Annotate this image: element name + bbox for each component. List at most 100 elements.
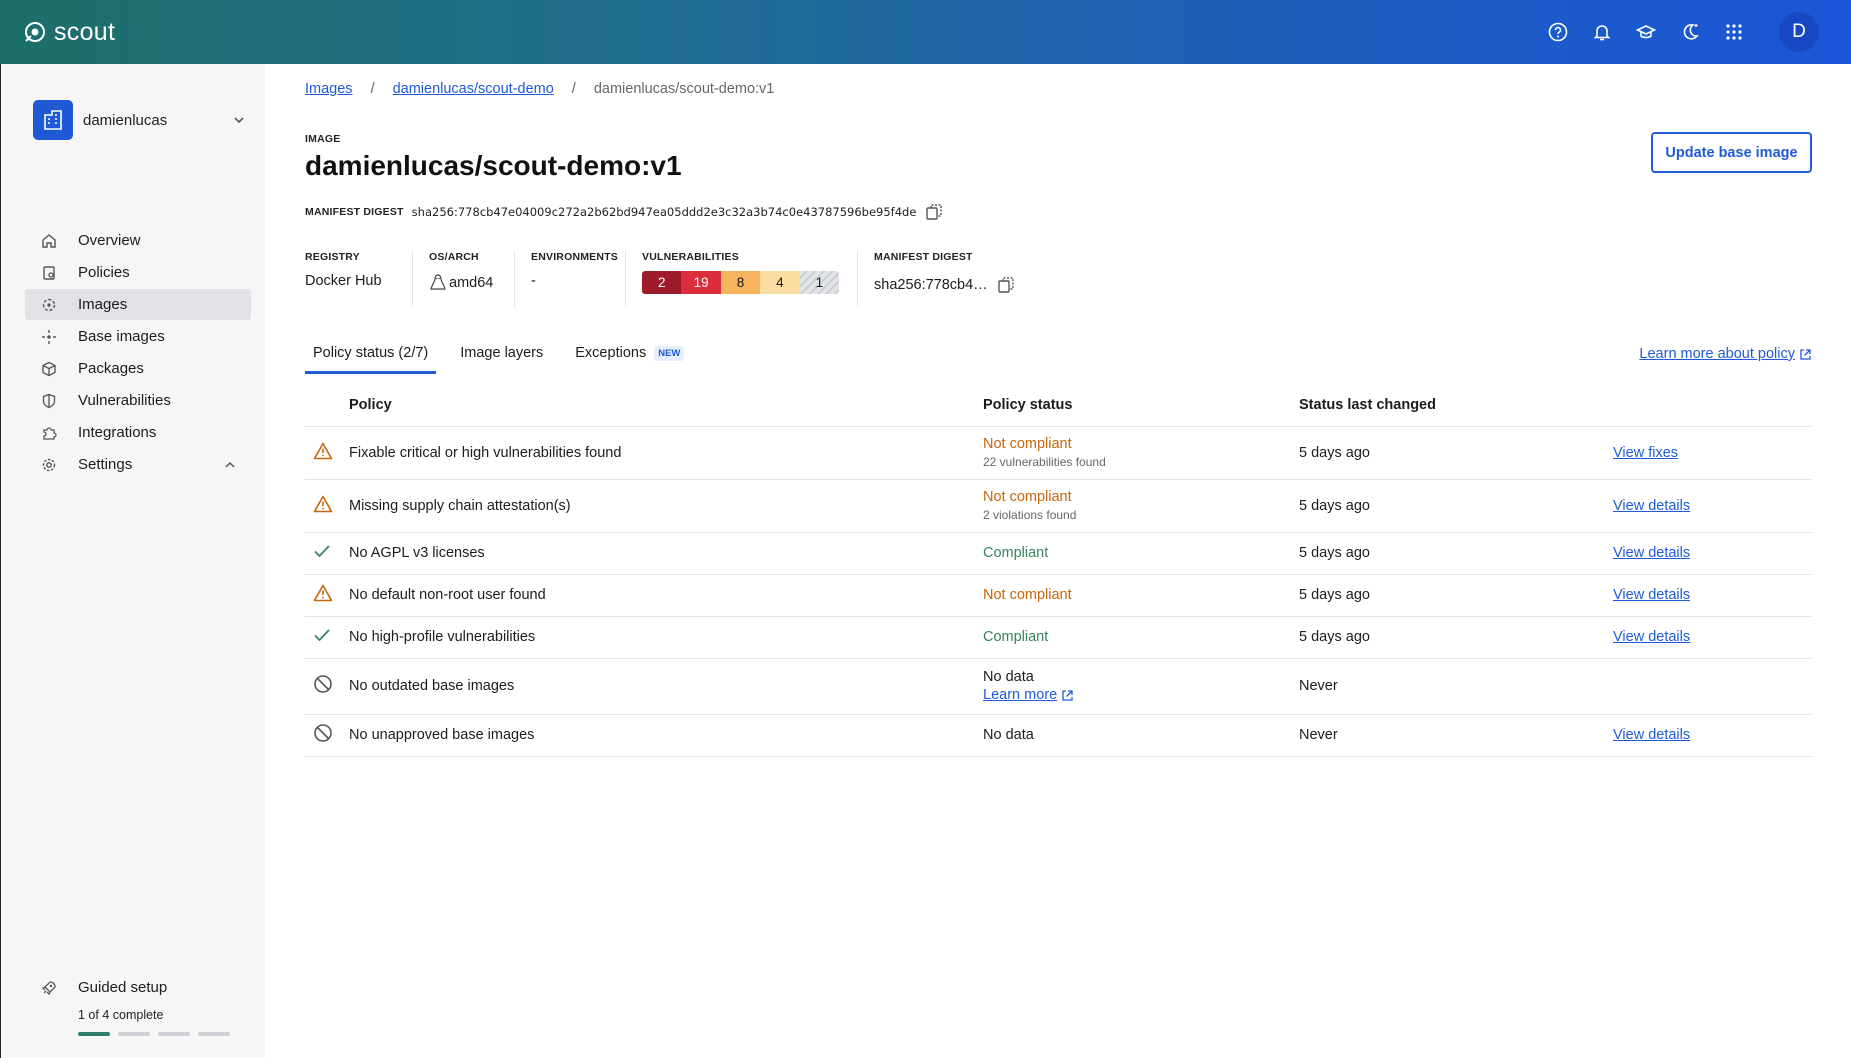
sidebar-item-settings[interactable]: Settings [25,449,251,480]
sidebar-item-vulnerabilities[interactable]: Vulnerabilities [25,385,251,416]
environments-value: - [531,273,536,289]
table-row: No outdated base images No data Learn mo… [305,658,1812,715]
manifest-digest-value: sha256:778cb47e04009c272a2b62bd947ea05dd… [411,205,917,219]
home-icon [41,233,57,249]
status-last-changed: 5 days ago [1299,616,1613,659]
tab-policy-status[interactable]: Policy status (2/7) [305,332,437,374]
status-last-changed: Never [1299,714,1613,757]
manifest-digest-short: sha256:778cb4… [874,277,988,293]
bell-icon[interactable] [1591,21,1613,43]
unspecified-count: 1 [799,271,839,294]
status-last-changed: 5 days ago [1299,532,1613,575]
vulnerability-bar[interactable]: 2 19 8 4 1 [642,271,839,294]
environments-col: ENVIRONMENTS - [531,251,626,307]
breadcrumb: Images / damienlucas/scout-demo / damien… [305,81,775,97]
policy-status-detail: 2 violations found [983,508,1077,522]
tab-exceptions[interactable]: Exceptions NEW [567,332,692,374]
org-switcher[interactable]: damienlucas [33,100,247,140]
sidebar-item-overview[interactable]: Overview [25,225,251,256]
view-details-link[interactable]: View details [1613,629,1690,645]
progress-segment [198,1032,230,1036]
manifest-digest-label: MANIFEST DIGEST [305,206,404,218]
package-icon [41,361,57,377]
image-metadata: REGISTRY Docker Hub OS/ARCH amd64 ENVIRO… [305,251,1050,307]
gear-icon [41,457,57,473]
sidebar-item-label: Integrations [78,424,157,441]
theme-icon[interactable] [1679,21,1701,43]
copy-icon[interactable] [924,202,944,222]
breadcrumb-repo[interactable]: damienlucas/scout-demo [393,81,554,97]
sidebar-item-integrations[interactable]: Integrations [25,417,251,448]
chevron-up-icon [225,461,235,468]
warning-icon [313,495,333,512]
progress-segment [158,1032,190,1036]
no-data-icon [314,724,332,742]
view-details-link[interactable]: View details [1613,587,1690,603]
brand[interactable]: scout [24,18,115,47]
table-row: No unapproved base images No data Never … [305,714,1812,757]
external-link-icon [1800,348,1811,360]
sidebar-item-images[interactable]: Images [25,289,251,320]
table-row: No default non-root user found Not compl… [305,574,1812,617]
sidebar-item-label: Policies [78,264,130,281]
sidebar-item-label: Vulnerabilities [78,392,171,409]
low-count: 4 [760,271,800,294]
header-status-last-changed: Status last changed [1299,384,1613,427]
policy-status-detail: 22 vulnerabilities found [983,455,1106,469]
guided-setup-title: Guided setup [78,979,168,996]
view-fixes-link[interactable]: View fixes [1613,445,1678,461]
help-icon[interactable] [1547,21,1569,43]
policy-icon [41,265,57,281]
apps-grid-icon[interactable] [1723,21,1745,43]
sidebar-item-label: Settings [78,456,133,473]
org-name: damienlucas [83,111,168,129]
policy-name: No unapproved base images [349,714,983,757]
view-details-link[interactable]: View details [1613,727,1690,743]
warning-icon [313,584,333,602]
learn-more-link[interactable]: Learn more [983,687,1074,703]
policy-status: Not compliant [983,587,1072,603]
base-images-icon [41,329,57,345]
images-icon [41,297,57,313]
linux-icon [430,274,446,290]
policy-status: Compliant [983,629,1049,645]
status-last-changed: 5 days ago [1299,426,1613,480]
high-count: 19 [681,271,721,294]
sidebar-item-packages[interactable]: Packages [25,353,251,384]
policy-name: No high-profile vulnerabilities [349,616,983,659]
guided-setup[interactable]: Guided setup 1 of 4 complete [41,979,241,1036]
view-details-link[interactable]: View details [1613,498,1690,514]
update-base-image-button[interactable]: Update base image [1651,132,1812,173]
guided-setup-progress-text: 1 of 4 complete [78,1008,164,1022]
registry-value: Docker Hub [305,273,382,289]
policy-table: Policy Policy status Status last changed… [305,384,1812,757]
learn-icon[interactable] [1635,21,1657,43]
view-details-link[interactable]: View details [1613,545,1690,561]
tabs: Policy status (2/7) Image layers Excepti… [305,332,1812,374]
table-row: Fixable critical or high vulnerabilities… [305,426,1812,480]
scout-logo-icon [25,22,45,42]
policy-name: No default non-root user found [349,574,983,617]
tab-image-layers[interactable]: Image layers [452,332,551,374]
external-link-icon [1062,689,1073,701]
policy-status: Not compliant [983,489,1072,505]
policy-status: Compliant [983,545,1049,561]
sidebar-item-policies[interactable]: Policies [25,257,251,288]
policy-name: No outdated base images [349,658,983,715]
policy-status: No data [983,669,1034,685]
status-last-changed: 5 days ago [1299,574,1613,617]
user-avatar[interactable]: D [1779,12,1819,52]
learn-more-policy-link[interactable]: Learn more about policy [1639,346,1812,362]
sidebar-item-label: Images [78,296,128,313]
image-label: IMAGE [305,133,341,145]
breadcrumb-images[interactable]: Images [305,81,353,97]
sidebar-item-label: Packages [78,360,144,377]
sidebar: damienlucas Overview Policies Images Bas… [0,64,265,1058]
sidebar-item-label: Base images [78,328,165,345]
manifest-digest-col: MANIFEST DIGEST sha256:778cb4… [874,251,1034,307]
page-title: damienlucas/scout-demo:v1 [305,150,682,181]
policy-name: Fixable critical or high vulnerabilities… [349,426,983,480]
sidebar-item-base-images[interactable]: Base images [25,321,251,352]
copy-icon[interactable] [996,275,1016,295]
critical-count: 2 [642,271,682,294]
